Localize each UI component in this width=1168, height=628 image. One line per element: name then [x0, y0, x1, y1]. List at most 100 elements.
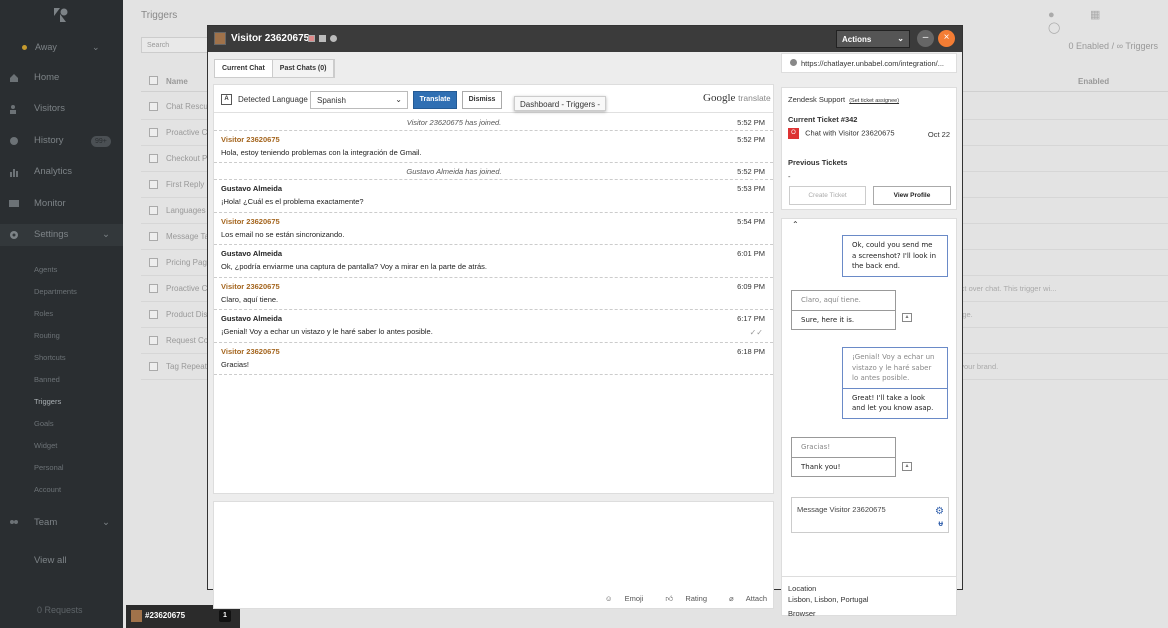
status-toggle-icon[interactable]: ●	[1048, 9, 1060, 21]
unbabel-message-input[interactable]: Message Visitor 23620675 ⚙ ᵾ	[791, 497, 949, 533]
sender-name: Gustavo Almeida	[221, 314, 282, 323]
nav-home[interactable]: Home	[0, 67, 123, 89]
sender-name: Visitor 23620675	[221, 347, 280, 356]
previous-tickets-label: Previous Tickets	[788, 158, 848, 167]
rating-button[interactable]: 👍︎ Rating	[655, 594, 707, 603]
current-ticket-item[interactable]: O Chat with Visitor 23620675 Oct 22	[788, 128, 952, 139]
view-all-link[interactable]: View all	[0, 550, 123, 572]
zendesk-header: Zendesk Support (Set ticket assignee)	[788, 95, 899, 104]
row-checkbox[interactable]	[149, 232, 158, 241]
tab-past-chats[interactable]: Past Chats (0)	[273, 60, 335, 77]
status-label: Away	[35, 42, 57, 52]
profile-avatar-icon[interactable]: ◯	[1048, 21, 1060, 34]
nav-analytics[interactable]: Analytics	[0, 161, 123, 183]
row-checkbox[interactable]	[149, 310, 158, 319]
read-receipt-icon: ✓✓	[749, 328, 763, 337]
nav-visitors[interactable]: Visitors	[0, 98, 123, 120]
settings-item-departments[interactable]: Departments	[34, 287, 77, 296]
chat-message: Visitor 23620675 Los email no se están si…	[214, 213, 773, 245]
visitor-name: Visitor 23620675	[231, 33, 310, 44]
unread-count-badge: 1	[219, 610, 231, 622]
nav-settings-label: Settings	[34, 229, 69, 240]
chat-window-header: Visitor 23620675 Actions ⌄ – ×	[208, 26, 962, 52]
row-checkbox[interactable]	[149, 154, 158, 163]
settings-item-goals[interactable]: Goals	[34, 419, 54, 428]
row-checkbox[interactable]	[149, 128, 158, 137]
gear-icon[interactable]: ⚙	[935, 506, 944, 517]
apps-grid-icon[interactable]: ▦	[1090, 8, 1102, 21]
translate-button[interactable]: Translate	[413, 91, 457, 109]
settings-item-routing[interactable]: Routing	[34, 331, 60, 340]
settings-item-triggers[interactable]: Triggers	[34, 397, 61, 406]
settings-item-banned[interactable]: Banned	[34, 375, 60, 384]
paperclip-icon: ⌀	[729, 594, 736, 603]
emoji-button[interactable]: ☺ Emoji	[595, 594, 644, 603]
settings-item-agents[interactable]: Agents	[34, 265, 57, 274]
monitor-icon	[9, 200, 19, 207]
image-icon[interactable]: ▴	[902, 462, 912, 471]
status-dropdown[interactable]: Away ⌄	[22, 42, 100, 52]
settings-item-widget[interactable]: Widget	[34, 441, 57, 450]
zendesk-logo-icon	[54, 8, 68, 22]
trigger-name: Chat Rescue	[166, 102, 213, 111]
message-text: Gracias!	[221, 360, 249, 369]
nav-team[interactable]: Team ⌄	[0, 512, 123, 534]
chat-tab-id: #23620675	[145, 611, 186, 620]
nav-monitor[interactable]: Monitor	[0, 193, 123, 215]
nav-analytics-label: Analytics	[34, 166, 73, 177]
chat-tabs: Current Chat Past Chats (0)	[214, 59, 336, 78]
row-checkbox[interactable]	[149, 336, 158, 345]
settings-item-personal[interactable]: Personal	[34, 463, 64, 472]
trigger-name: Languages	[166, 206, 206, 215]
emoji-label: Emoji	[624, 594, 644, 603]
close-button[interactable]: ×	[938, 30, 955, 47]
chevron-up-icon[interactable]: ⌃	[792, 220, 799, 229]
visitor-bubble: Claro, aquí tiene. Sure, here it is.	[791, 290, 896, 330]
language-select[interactable]: Spanish ⌄	[310, 91, 408, 109]
emoji-icon: ☺	[604, 594, 615, 603]
history-icon	[10, 137, 18, 145]
select-all-checkbox[interactable]	[149, 76, 158, 85]
create-ticket-button[interactable]: Create Ticket	[789, 186, 866, 205]
chat-message: Gustavo Almeida ¡Genial! Voy a echar un v…	[214, 310, 773, 343]
thumbs-up-icon: 👍︎	[665, 594, 676, 603]
tab-current-chat[interactable]: Current Chat	[215, 60, 273, 77]
home-icon	[10, 74, 18, 82]
row-checkbox[interactable]	[149, 102, 158, 111]
minimize-button[interactable]: –	[917, 30, 934, 47]
message-compose-area[interactable]: ☺ Emoji 👍︎ Rating ⌀ Attach	[213, 501, 774, 609]
set-assignee-link[interactable]: (Set ticket assignee)	[849, 98, 899, 104]
settings-item-account[interactable]: Account	[34, 485, 61, 494]
chat-window: Visitor 23620675 Actions ⌄ – × Current C…	[207, 25, 963, 618]
visitor-bubble: Gracias! Thank you!	[791, 437, 896, 477]
bubble-translation: Sure, here it is.	[801, 315, 855, 324]
agent-bubble: Ok, could you send me a screenshot? I'll…	[842, 235, 948, 277]
settings-item-roles[interactable]: Roles	[34, 309, 53, 318]
nav-settings[interactable]: Settings ⌄	[0, 224, 123, 246]
visitor-url[interactable]: https://chatlayer.unbabel.com/integratio…	[781, 53, 957, 73]
analytics-icon	[10, 169, 18, 177]
system-text: Gustavo Almeida has joined.	[406, 167, 502, 176]
trigger-name: Proactive C	[166, 128, 208, 137]
row-checkbox[interactable]	[149, 284, 158, 293]
rating-label: Rating	[685, 594, 708, 603]
row-checkbox[interactable]	[149, 206, 158, 215]
bubble-translation: Great! I'll take a look and let you know…	[852, 393, 934, 413]
row-checkbox[interactable]	[149, 258, 158, 267]
attach-button[interactable]: ⌀ Attach	[719, 594, 767, 603]
unbabel-input-placeholder: Message Visitor 23620675	[797, 505, 886, 514]
row-checkbox[interactable]	[149, 180, 158, 189]
message-time: 6:18 PM	[737, 347, 765, 356]
sender-name: Visitor 23620675	[221, 282, 280, 291]
dismiss-button[interactable]: Dismiss	[462, 91, 502, 109]
unbabel-logo-icon: ᵾ	[938, 519, 943, 528]
actions-dropdown[interactable]: Actions ⌄	[836, 30, 910, 48]
row-checkbox[interactable]	[149, 362, 158, 371]
nav-history[interactable]: History 99+	[0, 130, 123, 152]
top-icons: ● ▦ ◯	[1048, 8, 1168, 34]
view-profile-button[interactable]: View Profile	[873, 186, 951, 205]
image-icon[interactable]: ▴	[902, 313, 912, 322]
nav-monitor-label: Monitor	[34, 198, 66, 209]
settings-item-shortcuts[interactable]: Shortcuts	[34, 353, 66, 362]
search-input[interactable]: Search	[141, 37, 211, 53]
